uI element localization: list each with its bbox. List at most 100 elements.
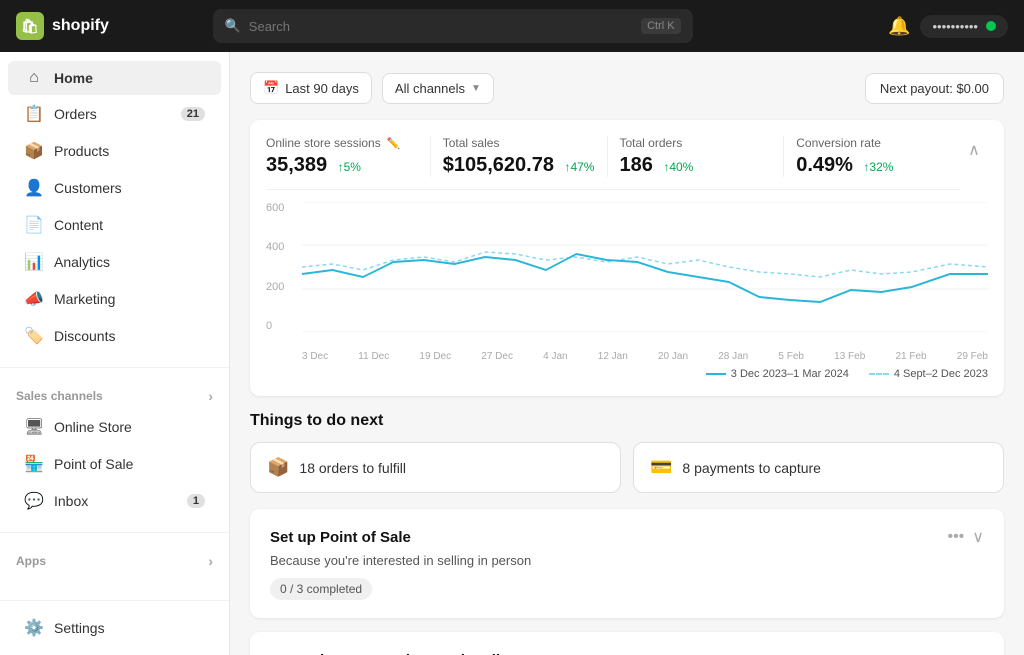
sidebar-label-content: Content <box>54 217 205 233</box>
customers-icon: 👤 <box>24 178 44 198</box>
shopify-bag-icon: 🛍 <box>16 12 44 40</box>
expand-more-options-icon[interactable]: ••• <box>947 651 964 655</box>
search-icon: 🔍 <box>225 18 241 34</box>
legend-dashed-line <box>869 373 889 375</box>
setup-pos-card: Set up Point of Sale ••• ∨ Because you'r… <box>250 509 1004 618</box>
main-content: 📅 Last 90 days All channels ▼ Next payou… <box>230 52 1024 655</box>
date-range-button[interactable]: 📅 Last 90 days <box>250 72 372 104</box>
sidebar-item-customers[interactable]: 👤 Customers <box>8 170 221 206</box>
sidebar-item-online-store[interactable]: 🖥 Online Store <box>8 409 221 445</box>
sidebar-label-orders: Orders <box>54 106 171 122</box>
discounts-icon: 🏷️ <box>24 326 44 346</box>
collapse-icon[interactable]: ∨ <box>972 527 984 547</box>
more-options-icon[interactable]: ••• <box>947 528 964 546</box>
content-toolbar: 📅 Last 90 days All channels ▼ Next payou… <box>250 72 1004 104</box>
notifications-button[interactable]: 🔔 <box>888 16 910 37</box>
legend-solid-line <box>706 373 726 375</box>
sales-label: Total sales <box>443 136 595 150</box>
analytics-icon: 📊 <box>24 252 44 272</box>
pos-icon: 🏪 <box>24 454 44 474</box>
setup-pos-actions: ••• ∨ <box>947 527 984 547</box>
chart-legend: 3 Dec 2023–1 Mar 2024 4 Sept–2 Dec 2023 <box>266 368 988 380</box>
topnav-right: 🔔 •••••••••• <box>888 15 1008 38</box>
chart-svg <box>302 202 988 332</box>
setup-pos-progress: 0 / 3 completed <box>270 578 372 600</box>
conversion-label: Conversion rate <box>796 136 948 150</box>
sidebar-item-settings[interactable]: ⚙️ Settings <box>8 610 221 646</box>
logo-text: shopify <box>52 17 109 35</box>
sidebar-item-inbox[interactable]: 💬 Inbox 1 <box>8 483 221 519</box>
orders-value-row: 186 ↑40% <box>620 154 772 177</box>
fulfill-icon: 📦 <box>267 457 289 478</box>
sidebar-label-customers: Customers <box>54 180 205 196</box>
sidebar-item-orders[interactable]: 📋 Orders 21 <box>8 96 221 132</box>
search-shortcut: Ctrl K <box>641 18 681 34</box>
channel-label: All channels <box>395 81 465 96</box>
legend-previous: 4 Sept–2 Dec 2023 <box>869 368 988 380</box>
stat-orders: Total orders 186 ↑40% <box>608 136 785 177</box>
sidebar-item-analytics[interactable]: 📊 Analytics <box>8 244 221 280</box>
sidebar-label-marketing: Marketing <box>54 291 205 307</box>
apps-header: Apps › <box>0 545 229 573</box>
payment-icon: 💳 <box>650 457 672 478</box>
sidebar-bottom: ⚙️ Settings <box>0 600 229 655</box>
sidebar-label-inbox: Inbox <box>54 493 177 509</box>
setup-pos-header: Set up Point of Sale ••• ∨ <box>270 527 984 547</box>
expand-store-actions: ••• ∧ <box>947 650 984 655</box>
sidebar-apps-section: Apps › <box>0 537 229 581</box>
search-input[interactable] <box>249 19 633 34</box>
chart-x-axis: 3 Dec 11 Dec 19 Dec 27 Dec 4 Jan 12 Jan … <box>302 351 988 362</box>
sales-channels-expand-icon[interactable]: › <box>208 388 213 404</box>
apps-label: Apps <box>16 554 46 568</box>
home-icon: ⌂ <box>24 69 44 87</box>
expand-store-header: Expand your store internationally ••• ∧ <box>270 650 984 655</box>
sidebar-item-point-of-sale[interactable]: 🏪 Point of Sale <box>8 446 221 482</box>
orders-icon: 📋 <box>24 104 44 124</box>
main-layout: ⌂ Home 📋 Orders 21 📦 Products 👤 Customer… <box>0 52 1024 655</box>
expand-collapse-icon[interactable]: ∧ <box>972 650 984 655</box>
sessions-value: 35,389 ↑5% <box>266 154 418 177</box>
stats-row: Online store sessions ✏️ 35,389 ↑5% Tota… <box>266 136 960 190</box>
sidebar-label-settings: Settings <box>54 620 205 636</box>
orders-badge: 21 <box>181 107 205 121</box>
search-bar[interactable]: 🔍 Ctrl K <box>213 9 693 43</box>
channel-filter-button[interactable]: All channels ▼ <box>382 73 494 104</box>
card-collapse-button[interactable]: ∧ <box>960 136 988 164</box>
inbox-badge: 1 <box>187 494 205 508</box>
store-selector[interactable]: •••••••••• <box>920 15 1008 38</box>
conversion-value-row: 0.49% ↑32% <box>796 154 948 177</box>
shopify-logo[interactable]: 🛍 shopify <box>16 12 109 40</box>
sidebar-item-products[interactable]: 📦 Products <box>8 133 221 169</box>
calendar-icon: 📅 <box>263 80 279 96</box>
fulfill-orders-card[interactable]: 📦 18 orders to fulfill <box>250 442 621 493</box>
inbox-icon: 💬 <box>24 491 44 511</box>
sidebar-item-discounts[interactable]: 🏷️ Discounts <box>8 318 221 354</box>
sidebar-item-content[interactable]: 📄 Content <box>8 207 221 243</box>
setup-pos-title: Set up Point of Sale <box>270 529 411 546</box>
chevron-down-icon: ▼ <box>471 83 481 94</box>
sidebar-label-online-store: Online Store <box>54 419 205 435</box>
sidebar-label-discounts: Discounts <box>54 328 205 344</box>
store-name: •••••••••• <box>932 19 978 34</box>
sidebar-item-marketing[interactable]: 📣 Marketing <box>8 281 221 317</box>
sidebar-label-products: Products <box>54 143 205 159</box>
stat-sales: Total sales $105,620.78 ↑47% <box>431 136 608 177</box>
top-navigation: 🛍 shopify 🔍 Ctrl K 🔔 •••••••••• <box>0 0 1024 52</box>
apps-expand-icon[interactable]: › <box>208 553 213 569</box>
products-icon: 📦 <box>24 141 44 161</box>
date-range-label: Last 90 days <box>285 81 359 96</box>
sidebar-label-home: Home <box>54 70 205 86</box>
marketing-icon: 📣 <box>24 289 44 309</box>
stat-sessions: Online store sessions ✏️ 35,389 ↑5% <box>266 136 431 177</box>
action-row: 📦 18 orders to fulfill 💳 8 payments to c… <box>250 442 1004 493</box>
stats-card: Online store sessions ✏️ 35,389 ↑5% Tota… <box>250 120 1004 396</box>
settings-icon: ⚙️ <box>24 618 44 638</box>
chart-svg-container <box>302 202 988 332</box>
capture-payments-card[interactable]: 💳 8 payments to capture <box>633 442 1004 493</box>
sidebar-item-home[interactable]: ⌂ Home <box>8 61 221 95</box>
legend-current: 3 Dec 2023–1 Mar 2024 <box>706 368 849 380</box>
chart-y-axis: 600 400 200 0 <box>266 202 296 332</box>
edit-icon[interactable]: ✏️ <box>387 137 401 150</box>
store-status-dot <box>986 21 996 31</box>
payout-button[interactable]: Next payout: $0.00 <box>865 73 1004 104</box>
